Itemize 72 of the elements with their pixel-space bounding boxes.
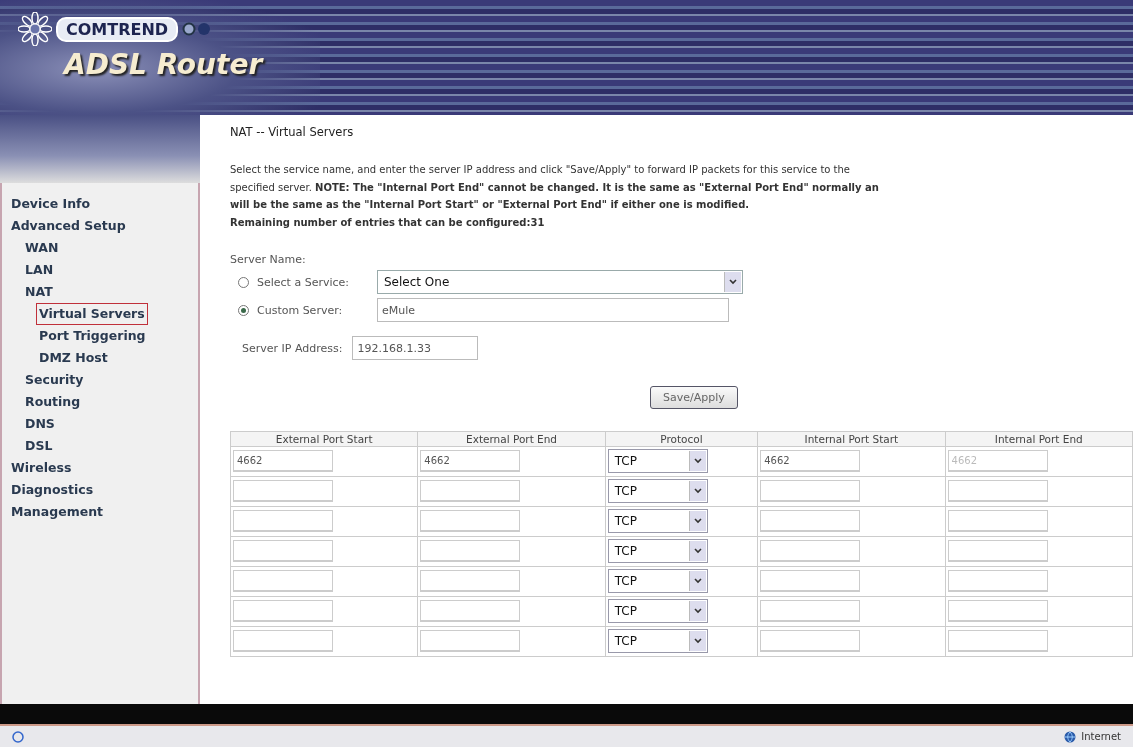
- circles-logo-icon: [182, 22, 213, 36]
- chevron-down-icon: [693, 518, 702, 524]
- page-title: NAT -- Virtual Servers: [230, 125, 355, 139]
- column-header: Internal Port End: [945, 431, 1133, 447]
- product-title: ADSL Router: [64, 48, 265, 81]
- nav-item[interactable]: Routing: [22, 391, 84, 413]
- port-field[interactable]: [760, 510, 861, 532]
- protocol-dropdown[interactable]: TCP: [607, 479, 708, 503]
- port-field[interactable]: [233, 480, 333, 502]
- port-field[interactable]: [233, 510, 333, 532]
- port-field[interactable]: [420, 540, 521, 562]
- nav-item[interactable]: Port Triggering: [36, 325, 149, 347]
- port-field[interactable]: [760, 540, 861, 562]
- port-field[interactable]: [420, 600, 521, 622]
- flower-logo-icon: [18, 12, 52, 46]
- protocol-dropdown[interactable]: TCP: [607, 539, 708, 563]
- column-header: External Port Start: [230, 431, 418, 447]
- column-header: Internal Port Start: [757, 431, 946, 447]
- protocol-dropdown[interactable]: TCP: [607, 449, 708, 473]
- port-field[interactable]: 4662: [760, 450, 861, 472]
- nav-item[interactable]: Management: [8, 501, 106, 523]
- chevron-down-icon: [729, 279, 737, 285]
- nav-item[interactable]: DSL: [22, 435, 56, 457]
- port-field[interactable]: [760, 630, 861, 652]
- save-apply-button[interactable]: Save/Apply: [650, 386, 738, 409]
- port-field[interactable]: [420, 510, 521, 532]
- globe-icon: [1064, 730, 1077, 743]
- protocol-dropdown[interactable]: TCP: [607, 599, 708, 623]
- nav-item[interactable]: Virtual Servers: [36, 303, 148, 325]
- nav-item[interactable]: WAN: [22, 237, 62, 259]
- protocol-dropdown[interactable]: TCP: [607, 569, 708, 593]
- port-field[interactable]: [233, 570, 333, 592]
- port-field[interactable]: [760, 570, 861, 592]
- chevron-down-icon: [693, 638, 702, 644]
- chevron-down-icon: [693, 548, 702, 554]
- port-field[interactable]: [233, 630, 333, 652]
- port-field[interactable]: [233, 600, 333, 622]
- ip-address-field[interactable]: 192.168.1.33: [352, 336, 479, 360]
- chevron-down-icon: [693, 488, 702, 494]
- nav-item[interactable]: Advanced Setup: [8, 215, 129, 237]
- column-header: Protocol: [605, 431, 758, 447]
- chevron-down-icon: [693, 578, 702, 584]
- port-field[interactable]: [760, 480, 861, 502]
- protocol-dropdown[interactable]: TCP: [607, 509, 708, 533]
- nav-item[interactable]: Security: [22, 369, 87, 391]
- chevron-down-icon: [693, 458, 702, 464]
- port-field[interactable]: [420, 570, 521, 592]
- field-label: Server IP Address:: [242, 341, 343, 355]
- port-field[interactable]: [760, 600, 861, 622]
- field-label: Select a Service:: [257, 275, 351, 289]
- chevron-down-icon: [693, 608, 702, 614]
- intro-text: Select the service name, and enter the server IP address and click "Save/Apply" to forward IP packets for this service to the specified server. NOTE: The "Internal Port End" cannot be changed. It is the same as "External Port End" normally an will be the same as the "Internal Port Start" or "External Port End" if either one is modified. Remaining number of entries that can be configured:31: [230, 163, 880, 230]
- field-label: Custom Server:: [257, 303, 344, 317]
- nav-item[interactable]: LAN: [22, 259, 57, 281]
- field-label: Server Name:: [230, 253, 307, 266]
- nav-item[interactable]: DNS: [22, 413, 58, 435]
- service-dropdown[interactable]: Select One: [377, 270, 743, 294]
- nav-item[interactable]: NAT: [22, 281, 56, 303]
- protocol-dropdown[interactable]: TCP: [607, 629, 708, 653]
- port-field[interactable]: 4662: [420, 450, 521, 472]
- nav-item[interactable]: DMZ Host: [36, 347, 111, 369]
- nav-item[interactable]: Diagnostics: [8, 479, 97, 501]
- port-field[interactable]: [420, 480, 521, 502]
- brand-logo: COMTREND: [56, 16, 179, 42]
- nav-item[interactable]: Device Info: [8, 193, 94, 215]
- port-field[interactable]: [420, 630, 521, 652]
- nav-item[interactable]: Wireless: [8, 457, 75, 479]
- port-field[interactable]: 4662: [233, 450, 333, 472]
- zone-label: Internet: [1081, 731, 1121, 742]
- column-header: External Port End: [417, 431, 606, 447]
- port-field[interactable]: [233, 540, 333, 562]
- custom-server-field[interactable]: eMule: [377, 298, 729, 322]
